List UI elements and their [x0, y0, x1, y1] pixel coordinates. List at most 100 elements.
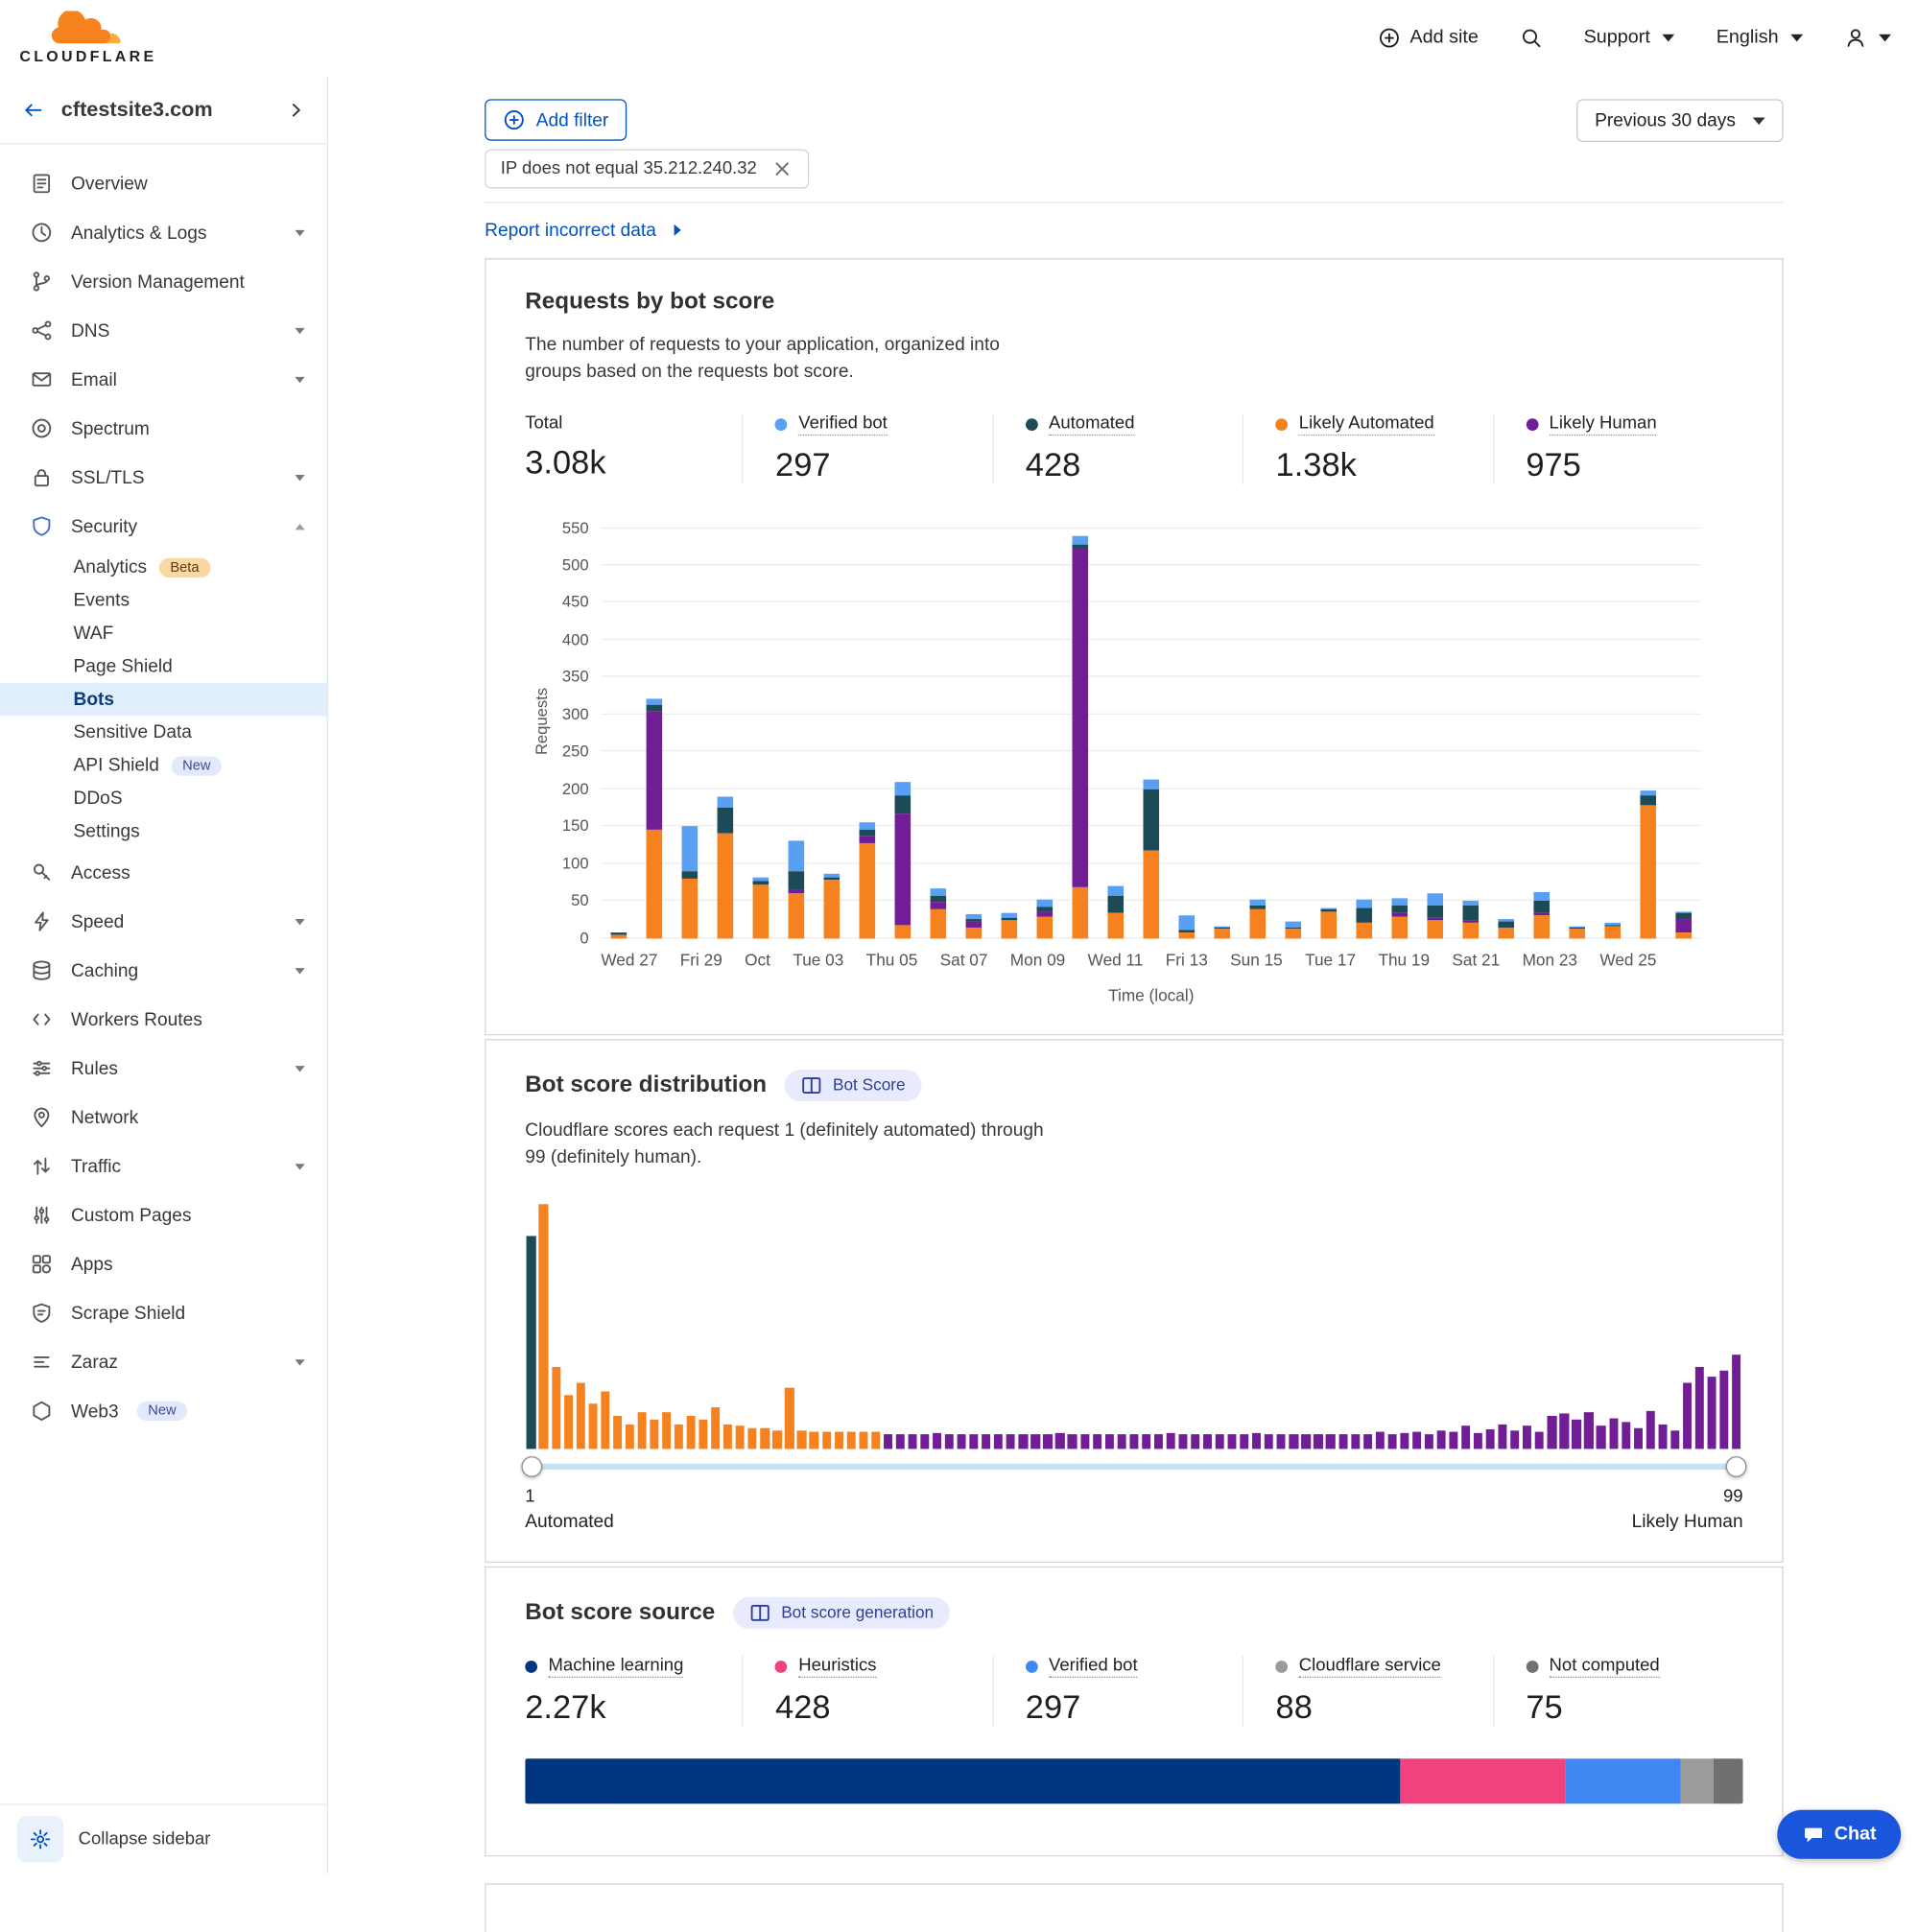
distribution-bar[interactable] — [1167, 1433, 1175, 1449]
sidebar-item-apps[interactable]: Apps — [0, 1239, 327, 1288]
distribution-bar[interactable] — [1252, 1433, 1261, 1449]
distribution-bar[interactable] — [1228, 1434, 1237, 1449]
settings-gear-button[interactable] — [17, 1816, 63, 1862]
sidebar-item-traffic[interactable]: Traffic — [0, 1142, 327, 1190]
distribution-bar[interactable] — [1068, 1434, 1077, 1449]
distribution-bar[interactable] — [637, 1412, 646, 1449]
chart-bar[interactable] — [966, 914, 983, 938]
distribution-bar[interactable] — [785, 1387, 793, 1449]
chart-bar[interactable] — [1640, 790, 1656, 938]
distribution-bar[interactable] — [1437, 1430, 1446, 1449]
distribution-bar[interactable] — [1191, 1434, 1199, 1448]
distribution-bar[interactable] — [613, 1416, 622, 1449]
distribution-bar[interactable] — [1572, 1420, 1580, 1449]
chart-bar[interactable] — [753, 878, 770, 938]
chart-bar[interactable] — [1498, 919, 1514, 938]
distribution-bar[interactable] — [920, 1434, 929, 1449]
chart-bar[interactable] — [1073, 535, 1089, 938]
distribution-bar[interactable] — [527, 1237, 535, 1449]
distribution-bar[interactable] — [1351, 1434, 1360, 1449]
distribution-bar[interactable] — [1326, 1434, 1335, 1449]
distribution-bar[interactable] — [1707, 1377, 1716, 1448]
distribution-bar[interactable] — [982, 1434, 990, 1449]
distribution-bar[interactable] — [1695, 1367, 1704, 1449]
distribution-bar[interactable] — [699, 1420, 708, 1449]
distribution-bar[interactable] — [1043, 1434, 1052, 1449]
chart-bar[interactable] — [1462, 901, 1479, 938]
sidebar-item-web3[interactable]: Web3New — [0, 1386, 327, 1435]
distribution-bar[interactable] — [1129, 1434, 1138, 1448]
distribution-bar[interactable] — [1265, 1434, 1273, 1448]
chart-bar[interactable] — [1002, 912, 1018, 937]
distribution-bar[interactable] — [1548, 1416, 1556, 1449]
sidebar-item-custom-pages[interactable]: Custom Pages — [0, 1190, 327, 1239]
distribution-bar[interactable] — [1658, 1424, 1667, 1449]
date-range-select[interactable]: Previous 30 days — [1576, 99, 1784, 142]
distribution-bar[interactable] — [1560, 1414, 1569, 1449]
distribution-bar[interactable] — [736, 1425, 745, 1448]
distribution-bar[interactable] — [1031, 1434, 1040, 1449]
distribution-bar[interactable] — [601, 1391, 609, 1449]
distribution-bar[interactable] — [896, 1434, 905, 1449]
chart-bar[interactable] — [611, 932, 627, 937]
distribution-bar[interactable] — [539, 1204, 548, 1449]
distribution-bar[interactable] — [564, 1396, 573, 1449]
distribution-bar[interactable] — [1510, 1430, 1519, 1449]
chart-bar[interactable] — [718, 796, 734, 938]
sidebar-item-caching[interactable]: Caching — [0, 946, 327, 995]
distribution-bar[interactable] — [1486, 1428, 1495, 1448]
distribution-bar[interactable] — [1314, 1434, 1322, 1448]
distribution-bar[interactable] — [846, 1432, 855, 1449]
chart-bar[interactable] — [1249, 899, 1266, 937]
chart-bar[interactable] — [1320, 908, 1337, 938]
sidebar-item-waf[interactable]: WAF — [0, 617, 327, 649]
sidebar-item-rules[interactable]: Rules — [0, 1044, 327, 1093]
distribution-bar[interactable] — [810, 1432, 818, 1449]
distribution-bar[interactable] — [1203, 1434, 1212, 1449]
distribution-bar[interactable] — [1523, 1425, 1531, 1448]
support-menu[interactable]: Support — [1584, 27, 1675, 49]
distribution-bar[interactable] — [1597, 1425, 1605, 1448]
sidebar-item-api-shield[interactable]: API ShieldNew — [0, 749, 327, 782]
distribution-bar[interactable] — [1622, 1422, 1630, 1449]
sidebar-item-access[interactable]: Access — [0, 848, 327, 897]
distribution-bar[interactable] — [1670, 1430, 1679, 1449]
chart-bar[interactable] — [1037, 900, 1054, 938]
chart-bar[interactable] — [1356, 899, 1372, 937]
sidebar-item-workers-routes[interactable]: Workers Routes — [0, 995, 327, 1044]
sidebar-item-analytics-logs[interactable]: Analytics & Logs — [0, 208, 327, 257]
add-filter-button[interactable]: Add filter — [485, 99, 627, 140]
distribution-bar[interactable] — [687, 1416, 696, 1449]
distribution-bar[interactable] — [1006, 1434, 1015, 1449]
chart-bar[interactable] — [860, 822, 876, 938]
slider-track[interactable] — [525, 1463, 1742, 1469]
sidebar-item-analytics[interactable]: AnalyticsBeta — [0, 551, 327, 583]
chart-bar[interactable] — [1569, 926, 1585, 937]
distribution-bar[interactable] — [1338, 1434, 1347, 1449]
distribution-bar[interactable] — [1019, 1434, 1028, 1448]
sidebar-item-ssl-tls[interactable]: SSL/TLS — [0, 453, 327, 502]
distribution-bar[interactable] — [1387, 1434, 1396, 1449]
distribution-bar[interactable] — [822, 1432, 831, 1449]
chart-bar[interactable] — [1285, 922, 1301, 938]
chart-bar[interactable] — [1675, 911, 1692, 938]
distribution-bar[interactable] — [1683, 1383, 1692, 1449]
bot-score-badge[interactable]: Bot Score — [785, 1069, 921, 1100]
distribution-bar[interactable] — [1412, 1431, 1421, 1449]
distribution-bar[interactable] — [1302, 1434, 1311, 1449]
chart-bar[interactable] — [1604, 923, 1621, 937]
cloudflare-logo[interactable]: CLOUDFLARE — [19, 11, 156, 64]
chart-bar[interactable] — [1108, 886, 1125, 938]
distribution-bar[interactable] — [958, 1434, 966, 1448]
account-menu[interactable] — [1844, 27, 1890, 49]
distribution-bar[interactable] — [1216, 1434, 1224, 1449]
distribution-bar[interactable] — [1104, 1434, 1113, 1449]
add-site-button[interactable]: Add site — [1378, 27, 1479, 49]
chart-bar[interactable] — [931, 889, 947, 938]
distribution-bar[interactable] — [933, 1433, 941, 1449]
slider-handle-min[interactable] — [521, 1455, 542, 1476]
distribution-bar[interactable] — [576, 1383, 584, 1449]
search-button[interactable] — [1520, 27, 1542, 49]
distribution-bar[interactable] — [1117, 1434, 1125, 1449]
chart-bar[interactable] — [789, 841, 805, 938]
